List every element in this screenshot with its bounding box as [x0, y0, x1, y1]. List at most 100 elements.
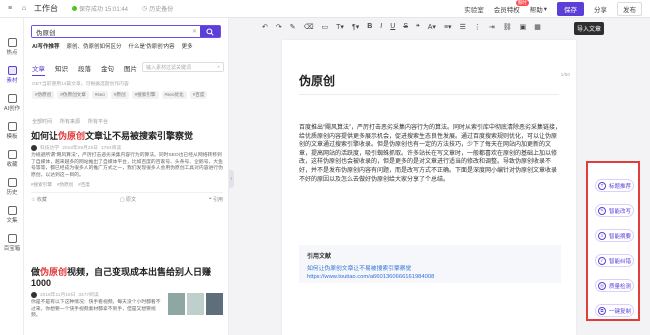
article-card[interactable]: 做伪原创视频，自己变现成本出售给别人日赚1000 2018年11月19日 3477…	[31, 267, 223, 335]
material-search: ✕	[31, 25, 221, 38]
article-tag[interactable]: #伪原创	[57, 182, 73, 188]
ai-icon	[7, 94, 17, 103]
clear-format-icon[interactable]: ⌫	[304, 23, 314, 31]
share-button[interactable]: 分享	[594, 4, 607, 14]
paragraph-icon[interactable]: ¶▾	[352, 23, 359, 31]
suggestion-link[interactable]: 原创、伪原创如何区分	[67, 42, 122, 50]
thumbnail-image	[168, 293, 185, 315]
clear-icon[interactable]: ✕	[192, 26, 200, 37]
italic-icon[interactable]: I	[380, 23, 382, 30]
publish-button[interactable]: 发布	[617, 2, 642, 16]
workspace-link[interactable]: 工作台	[34, 3, 58, 14]
help-link[interactable]: 帮助 ▾	[530, 4, 547, 14]
reference-title-link[interactable]: 如何让伪原创文章让不易被搜索引擎察觉	[307, 265, 553, 273]
tag-chip[interactable]: #seo优化	[161, 91, 187, 99]
import-article-button[interactable]: 导入文章	[574, 22, 605, 35]
nav-item-favorite[interactable]: 收藏	[0, 150, 24, 168]
nav-label: 历史	[6, 190, 18, 196]
indent-icon[interactable]: ⇥	[489, 23, 495, 31]
vip-link[interactable]: 会员特权 限时	[494, 0, 529, 14]
tab-image[interactable]: 图片	[124, 63, 137, 76]
menu-icon[interactable]: ≡	[6, 5, 14, 13]
tab-knowledge[interactable]: 知识	[55, 63, 68, 76]
tag-chip[interactable]: #seo	[91, 91, 108, 99]
source-button[interactable]: ▢ 原文	[120, 196, 136, 203]
lab-link[interactable]: 实验室	[464, 4, 484, 14]
article-card[interactable]: 如何让伪原创文章让不易被搜索引擎察觉 科技达学 2018年09月25日 1794阅读…	[31, 131, 223, 204]
history-link[interactable]: ◷ 历史备份	[142, 4, 173, 13]
document-title[interactable]: 伪原创	[299, 72, 335, 89]
align-icon[interactable]: ≡▾	[444, 23, 452, 31]
underline-icon[interactable]: U	[390, 23, 395, 30]
bold-icon[interactable]: B	[367, 23, 372, 30]
suggestion-link[interactable]: 什么是'伪原创'内容	[129, 42, 175, 50]
material-tabs: 文章 知识 段落 金句 图片	[32, 63, 137, 76]
tag-chip[interactable]: #搜索引擎	[131, 91, 159, 99]
tag-chip[interactable]: #原创	[110, 91, 129, 99]
nav-item-toolbox[interactable]: 百宝箱	[0, 234, 24, 252]
source-filter[interactable]: 所有来源	[60, 118, 80, 125]
ordered-list-icon[interactable]: ⋮	[474, 23, 481, 31]
strikethrough-icon[interactable]: S	[403, 23, 408, 30]
more-suggestions-link[interactable]: 更多	[182, 42, 193, 50]
search-icon	[206, 27, 214, 36]
smart-correct-button[interactable]: ✓ 智能纠错	[595, 254, 634, 267]
tag-chip[interactable]: #百度	[189, 91, 208, 99]
font-color-icon[interactable]: A▾	[428, 23, 436, 31]
chevron-down-icon: ▾	[543, 6, 547, 13]
template-icon	[7, 122, 17, 131]
format-painter-icon[interactable]: ✎	[290, 23, 296, 31]
nav-item-collection[interactable]: 文集	[0, 206, 24, 224]
heading-icon[interactable]: ▭	[322, 23, 329, 31]
image-icon[interactable]: ▣	[520, 23, 527, 31]
time-filter[interactable]: 全部时间	[32, 118, 52, 125]
summary-icon: ≡	[598, 231, 606, 240]
smart-summary-button[interactable]: ≡ 智能摘要	[595, 229, 634, 242]
home-icon[interactable]: ⌂	[20, 5, 28, 13]
quote-button[interactable]: ❝ 引用	[209, 196, 223, 203]
source-label: 原文	[125, 197, 136, 204]
tab-paragraph[interactable]: 段落	[78, 63, 91, 76]
quote-icon[interactable]: ❝	[416, 23, 420, 31]
collapse-panel-handle[interactable]: ‹	[229, 170, 234, 188]
font-size-icon[interactable]: T▾	[336, 23, 344, 31]
date: 2018年11月19日	[40, 293, 76, 298]
platform-filter[interactable]: 所有平台	[88, 118, 108, 125]
filter-keyword-input[interactable]: 输入素材过滤关键词 ⌕	[142, 62, 224, 72]
title-suggest-button[interactable]: T 标题推荐	[595, 179, 634, 192]
nav-label: 收藏	[6, 162, 18, 168]
smart-rewrite-button[interactable]: ✎ 智能改写	[595, 204, 634, 217]
article-tag[interactable]: #百度	[78, 182, 90, 188]
document-page: 伪原创 1/50 百度推出“飓风算法”，严厉打击恶劣采集内容行为的算法。同时从索…	[282, 40, 576, 335]
copy-all-button[interactable]: ⧉ 一键复制	[595, 304, 634, 317]
tab-quote[interactable]: 金句	[101, 63, 114, 76]
quality-check-button[interactable]: ◎ 质量检测	[595, 279, 634, 292]
link-icon[interactable]: ⛓	[503, 23, 512, 31]
reference-url-link[interactable]: https://www.toutiao.com/a660136066616198…	[307, 273, 553, 281]
document-body[interactable]: 百度推出“飓风算法”，严厉打击恶劣采集内容行为的算法。同时从索引库中彻底清除恶劣…	[299, 124, 561, 184]
article-tag[interactable]: #搜索引擎	[31, 182, 52, 188]
search-input[interactable]	[32, 26, 192, 37]
save-status: 保存成功 15:01:44	[72, 4, 128, 13]
nav-item-hot[interactable]: 热点	[0, 38, 24, 56]
article-excerpt: 为规避所谓“飓风算法”，严厉打击恶劣采集内容行为的算法。同时SEO也已经从网络转…	[31, 153, 223, 178]
nav-label: 素材	[6, 78, 18, 84]
thumbnail-image	[187, 293, 204, 315]
nav-item-template[interactable]: 模板	[0, 122, 24, 140]
ai-tool-label: 标题推荐	[609, 183, 632, 190]
list-icon[interactable]: ☰	[460, 23, 466, 31]
date: 2018年09月25日	[62, 146, 98, 151]
favorite-button[interactable]: ☆ 收藏	[31, 196, 47, 203]
nav-item-material[interactable]: 素材	[0, 66, 24, 84]
ai-tool-label: 质量检测	[609, 283, 632, 290]
tab-article[interactable]: 文章	[32, 63, 45, 76]
search-button[interactable]	[200, 26, 220, 37]
table-icon[interactable]: ▦	[534, 23, 541, 31]
save-button[interactable]: 保存	[557, 2, 584, 16]
tag-chip[interactable]: #伪原创文章	[57, 91, 89, 99]
nav-item-history[interactable]: 历史	[0, 178, 24, 196]
nav-item-ai[interactable]: AI创作	[0, 94, 24, 112]
tag-chip[interactable]: #伪原创	[32, 91, 55, 99]
undo-icon[interactable]: ↶	[262, 23, 268, 31]
redo-icon[interactable]: ↷	[276, 23, 282, 31]
